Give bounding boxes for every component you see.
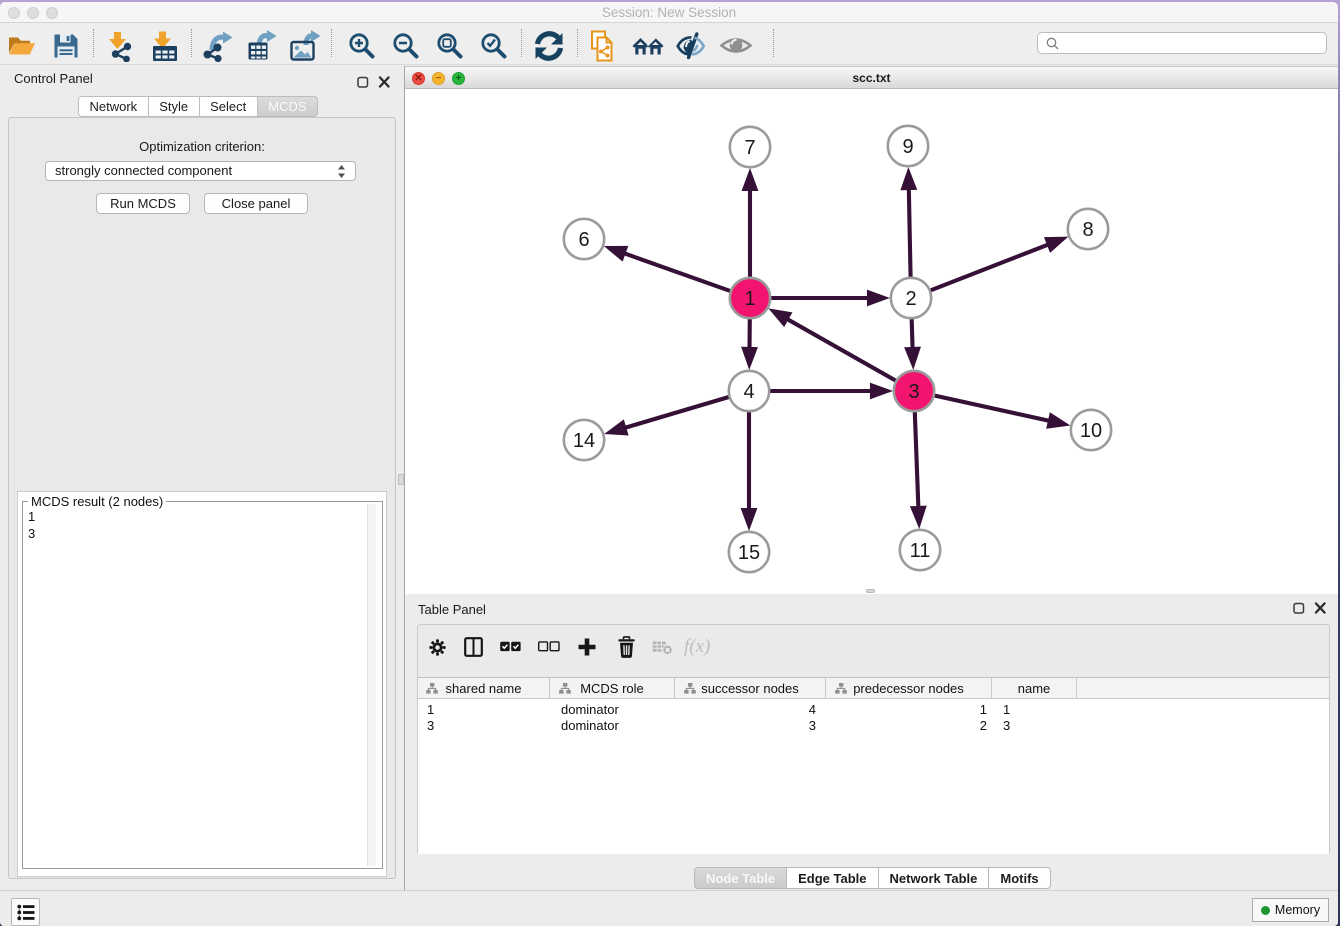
svg-text:3: 3 <box>908 381 919 403</box>
svg-text:8: 8 <box>1082 219 1093 241</box>
svg-text:15: 15 <box>738 542 760 564</box>
svg-text:4: 4 <box>743 381 754 403</box>
svg-text:9: 9 <box>902 136 913 158</box>
svg-text:11: 11 <box>910 540 931 562</box>
svg-text:1: 1 <box>744 288 755 310</box>
svg-text:10: 10 <box>1080 420 1102 442</box>
svg-text:7: 7 <box>744 137 755 159</box>
svg-text:14: 14 <box>573 430 595 452</box>
svg-text:6: 6 <box>578 229 589 251</box>
svg-text:2: 2 <box>905 288 916 310</box>
